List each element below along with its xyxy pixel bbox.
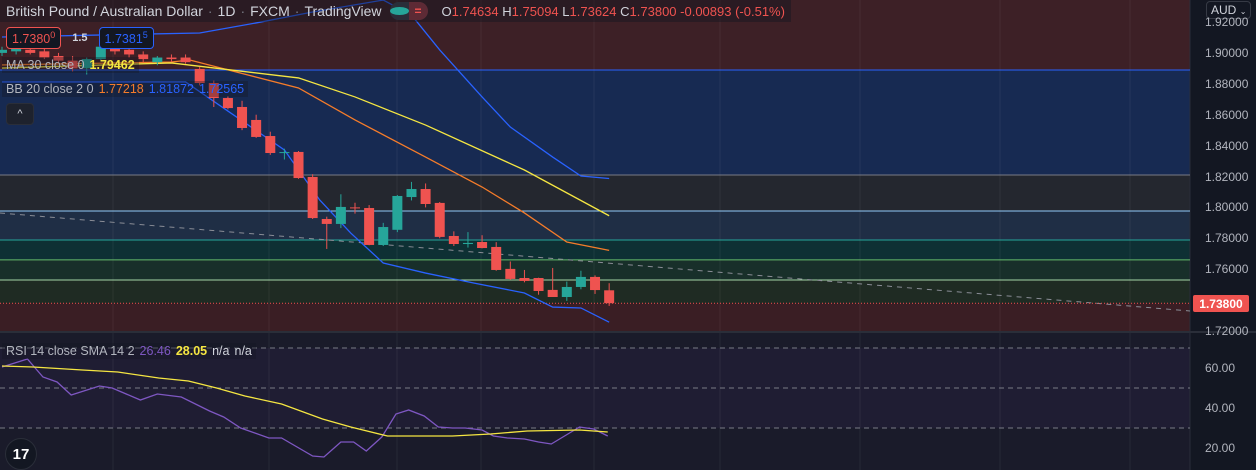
candle-body: [166, 57, 177, 60]
symbol-name[interactable]: British Pound / Australian Dollar: [6, 3, 203, 19]
ohlc-readout: O1.74634 H1.75094 L1.73624 C1.73800 -0.0…: [441, 3, 785, 19]
candle-body: [448, 235, 459, 245]
candle-body: [462, 242, 473, 245]
price-tick: 1.78000: [1205, 231, 1249, 246]
candle-body: [124, 49, 135, 55]
candle-body: [477, 242, 488, 249]
collapse-legend-button[interactable]: ^: [6, 103, 34, 125]
candle-body: [265, 136, 276, 154]
candle-body: [251, 119, 262, 137]
candle-body: [392, 195, 403, 230]
price-tick: 1.76000: [1205, 262, 1249, 277]
chart-canvas[interactable]: [0, 0, 1256, 470]
candle-body: [406, 189, 417, 198]
candle-body: [561, 286, 572, 298]
trade-panel: 1.73800 1.5 1.73815: [2, 26, 158, 50]
current-price-tag: 1.73800: [1193, 295, 1249, 312]
price-tick: 1.80000: [1205, 200, 1249, 215]
rsi-legend[interactable]: RSI 14 close SMA 14 2 26.46 28.05 n/a n/…: [2, 343, 256, 359]
rsi-tick: 60.00: [1205, 361, 1236, 375]
candle-body: [491, 246, 502, 270]
candle-body: [307, 176, 318, 219]
candle-body: [180, 57, 191, 63]
candle-body: [350, 207, 360, 209]
equals-icon: =: [414, 4, 422, 18]
candle-body: [279, 152, 290, 154]
chevron-up-icon: ^: [17, 108, 23, 120]
candle-body: [590, 276, 601, 291]
candle-body: [138, 54, 149, 60]
candle-body: [533, 278, 544, 291]
price-tick: 1.86000: [1205, 107, 1249, 122]
price-zone: [0, 239, 1190, 260]
candle-body: [222, 98, 233, 109]
candle-body: [25, 49, 36, 53]
buy-button[interactable]: 1.73815: [98, 27, 154, 50]
price-tick: 1.72000: [1205, 324, 1249, 338]
candle-body: [575, 276, 586, 287]
price-tick: 1.90000: [1205, 45, 1249, 60]
symbol-header: British Pound / Australian Dollar · 1D · F…: [0, 0, 791, 22]
candle-body: [547, 289, 558, 298]
source: TradingView: [304, 3, 382, 19]
price-zone: [0, 174, 1190, 211]
rsi-tick: 20.00: [1205, 441, 1236, 455]
candle-body: [505, 268, 516, 279]
price-tick: 1.82000: [1205, 169, 1249, 184]
candle-body: [604, 290, 615, 304]
candle-body: [293, 151, 304, 179]
candle-body: [152, 57, 163, 63]
candle-body: [321, 218, 332, 224]
candle-body: [237, 106, 248, 128]
bb-legend[interactable]: BB 20 close 2 0 1.77218 1.81872 1.72565: [2, 81, 249, 97]
candle-body: [335, 206, 346, 224]
candle-body: [420, 189, 431, 205]
exchange: FXCM: [250, 3, 290, 19]
sell-button[interactable]: 1.73800: [6, 27, 62, 50]
candle-body: [0, 49, 7, 53]
candle-body: [434, 202, 445, 237]
price-zone: [0, 210, 1190, 240]
price-tick: 1.84000: [1205, 138, 1249, 153]
change: -0.00893 (-0.51%): [680, 3, 785, 19]
rsi-tick: 40.00: [1205, 401, 1236, 415]
market-status-toggle[interactable]: =: [389, 2, 428, 20]
price-tick: 1.92000: [1205, 15, 1249, 29]
candle-body: [364, 208, 375, 245]
price-zone: [0, 303, 1190, 331]
market-open-dot-icon: [389, 7, 409, 15]
ma-legend[interactable]: MA 30 close 0 1.79462: [2, 57, 139, 73]
tradingview-logo-icon[interactable]: 17: [5, 438, 37, 470]
spread: 1.5: [72, 32, 88, 45]
candle-body: [519, 278, 530, 281]
price-tick: 1.88000: [1205, 76, 1249, 91]
interval[interactable]: 1D: [218, 3, 236, 19]
candle-body: [378, 227, 389, 245]
